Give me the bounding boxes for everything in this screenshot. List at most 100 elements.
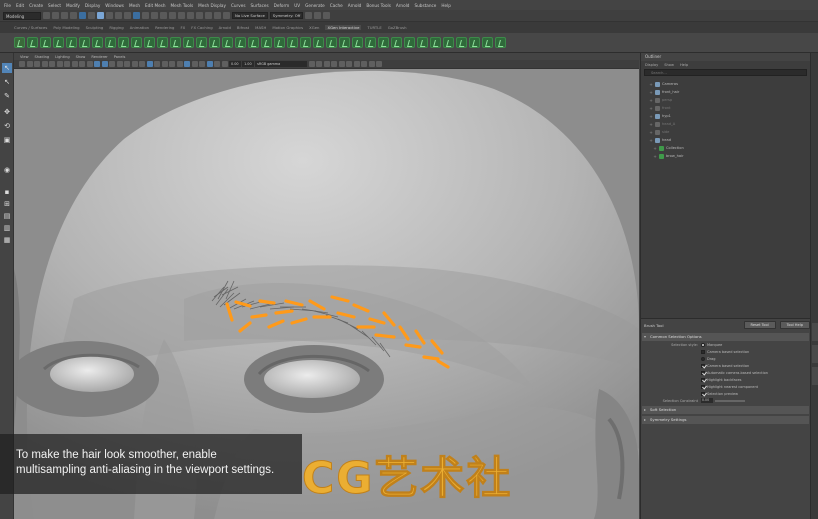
expand-icon[interactable]: +	[649, 130, 653, 135]
xgen-groom-tool-icon[interactable]	[417, 37, 428, 48]
xgen-groom-tool-icon[interactable]	[92, 37, 103, 48]
shelf-tab[interactable]: Curves / Surfaces	[14, 25, 47, 30]
xgen-groom-tool-icon[interactable]	[53, 37, 64, 48]
outliner-item[interactable]: + head_A	[641, 120, 810, 128]
menu-item[interactable]: Create	[29, 3, 43, 8]
viewport-toggle-icon[interactable]	[308, 61, 315, 67]
viewport-field[interactable]: 1.00	[242, 61, 254, 67]
selection-constraint-slider[interactable]	[715, 399, 745, 402]
viewport-toggle-icon[interactable]	[94, 61, 100, 67]
viewport-toggle-icon[interactable]	[199, 61, 205, 67]
shelf-tab[interactable]: Rendering	[155, 25, 174, 30]
viewport-menu-item[interactable]: Lighting	[55, 55, 70, 59]
viewport-toggle-icon[interactable]	[376, 61, 383, 67]
shelf-tab[interactable]: FX Caching	[191, 25, 212, 30]
option-radio[interactable]	[701, 356, 705, 361]
xgen-groom-tool-icon[interactable]	[287, 37, 298, 48]
tool-help-button[interactable]: Tool Help	[779, 321, 810, 329]
menu-item[interactable]: Select	[48, 3, 61, 8]
move-tool-icon[interactable]: ✥	[2, 107, 12, 117]
xgen-groom-tool-icon[interactable]	[105, 37, 116, 48]
viewport-toggle-icon[interactable]	[56, 61, 63, 67]
viewport-toggle-icon[interactable]	[353, 61, 360, 67]
xgen-groom-tool-icon[interactable]	[131, 37, 142, 48]
outliner-item[interactable]: + head	[641, 136, 810, 144]
outliner-item[interactable]: + Collection	[641, 144, 810, 152]
reset-tool-button[interactable]: Reset Tool	[743, 321, 776, 329]
snap-grid-icon[interactable]	[142, 12, 149, 19]
guide-curve[interactable]	[422, 355, 440, 361]
outliner-item[interactable]: + brow_hair	[641, 152, 810, 160]
menu-item[interactable]: Deform	[274, 3, 290, 8]
guide-curve[interactable]	[404, 343, 422, 349]
guide-curve[interactable]	[374, 333, 396, 339]
expand-icon[interactable]: +	[653, 146, 657, 151]
shelf-tab[interactable]: XGen Interactive	[325, 25, 362, 30]
selection-constraint-field[interactable]: 0.00	[701, 398, 713, 403]
xgen-groom-tool-icon[interactable]	[430, 37, 441, 48]
viewport-toggle-icon[interactable]	[338, 61, 345, 67]
outliner-item[interactable]: + hyp1	[641, 112, 810, 120]
paint-select-tool-icon[interactable]: ✎	[2, 91, 12, 101]
menu-item[interactable]: Edit	[16, 3, 24, 8]
select-tool-icon[interactable]: ↖	[2, 63, 12, 73]
xgen-groom-tool-icon[interactable]	[27, 37, 38, 48]
xgen-groom-tool-icon[interactable]	[235, 37, 246, 48]
menu-item[interactable]: Display	[85, 3, 100, 8]
expand-icon[interactable]: +	[649, 106, 653, 111]
outliner-item[interactable]: + Cameras	[641, 80, 810, 88]
menu-item[interactable]: Windows	[105, 3, 124, 8]
viewport-toggle-icon[interactable]	[109, 61, 115, 67]
option-checkbox[interactable]	[701, 349, 705, 354]
snap-curve-icon[interactable]	[151, 12, 158, 19]
ipr-icon[interactable]	[205, 12, 212, 19]
history-icon[interactable]	[187, 12, 194, 19]
xgen-groom-tool-icon[interactable]	[118, 37, 129, 48]
viewport-toggle-icon[interactable]	[34, 61, 40, 67]
viewport-toggle-icon[interactable]	[79, 61, 85, 67]
menu-item[interactable]: Mesh Tools	[171, 3, 194, 8]
xgen-groom-tool-icon[interactable]	[326, 37, 337, 48]
viewport-toggle-icon[interactable]	[361, 61, 368, 67]
xgen-groom-tool-icon[interactable]	[365, 37, 376, 48]
viewport-toggle-icon[interactable]	[206, 61, 213, 67]
live-surface-field[interactable]: No Live Surface	[232, 12, 268, 19]
menu-item[interactable]: Substance	[414, 3, 436, 8]
option-radio[interactable]	[701, 342, 705, 347]
viewport-toggle-icon[interactable]	[323, 61, 330, 67]
guide-curve[interactable]	[258, 299, 276, 305]
xgen-groom-tool-icon[interactable]	[378, 37, 389, 48]
four-view-icon[interactable]: ⊞	[2, 199, 12, 209]
menu-item[interactable]: Cache	[330, 3, 343, 8]
shelf-tab[interactable]: MASH	[255, 25, 266, 30]
outliner-menu-item[interactable]: Display	[645, 63, 658, 67]
save-icon[interactable]	[52, 12, 59, 19]
xgen-groom-tool-icon[interactable]	[40, 37, 51, 48]
xgen-groom-tool-icon[interactable]	[391, 37, 402, 48]
viewport-toggle-icon[interactable]	[64, 61, 70, 67]
menu-item[interactable]: UV	[294, 3, 300, 8]
viewport-toggle-icon[interactable]	[26, 61, 33, 67]
viewport-toggle-icon[interactable]	[368, 61, 375, 67]
viewport-toggle-icon[interactable]	[154, 61, 160, 67]
option-checkbox[interactable]	[701, 384, 705, 389]
viewport-toggle-icon[interactable]	[19, 61, 25, 67]
rotate-tool-icon[interactable]: ⟲	[2, 121, 12, 131]
select-component-icon[interactable]	[97, 12, 104, 19]
outliner-item[interactable]: + front_hair	[641, 88, 810, 96]
menu-item[interactable]: Generate	[305, 3, 325, 8]
viewport-toggle-icon[interactable]	[184, 61, 190, 67]
viewport-field[interactable]: sRGB gamma	[255, 61, 308, 67]
shelf-tab[interactable]: Animation	[130, 25, 149, 30]
viewport-field[interactable]: 0.00	[229, 61, 241, 67]
xgen-groom-tool-icon[interactable]	[196, 37, 207, 48]
folder-icon[interactable]	[43, 12, 50, 19]
redo-icon[interactable]	[70, 12, 77, 19]
face-mask-icon[interactable]	[124, 12, 131, 19]
scale-tool-icon[interactable]: ▣	[2, 135, 12, 145]
select-object-icon[interactable]	[88, 12, 95, 19]
xgen-groom-tool-icon[interactable]	[482, 37, 493, 48]
common-selection-section[interactable]: Common Selection Options	[642, 333, 809, 341]
expand-icon[interactable]: +	[649, 82, 653, 87]
xgen-groom-tool-icon[interactable]	[261, 37, 272, 48]
